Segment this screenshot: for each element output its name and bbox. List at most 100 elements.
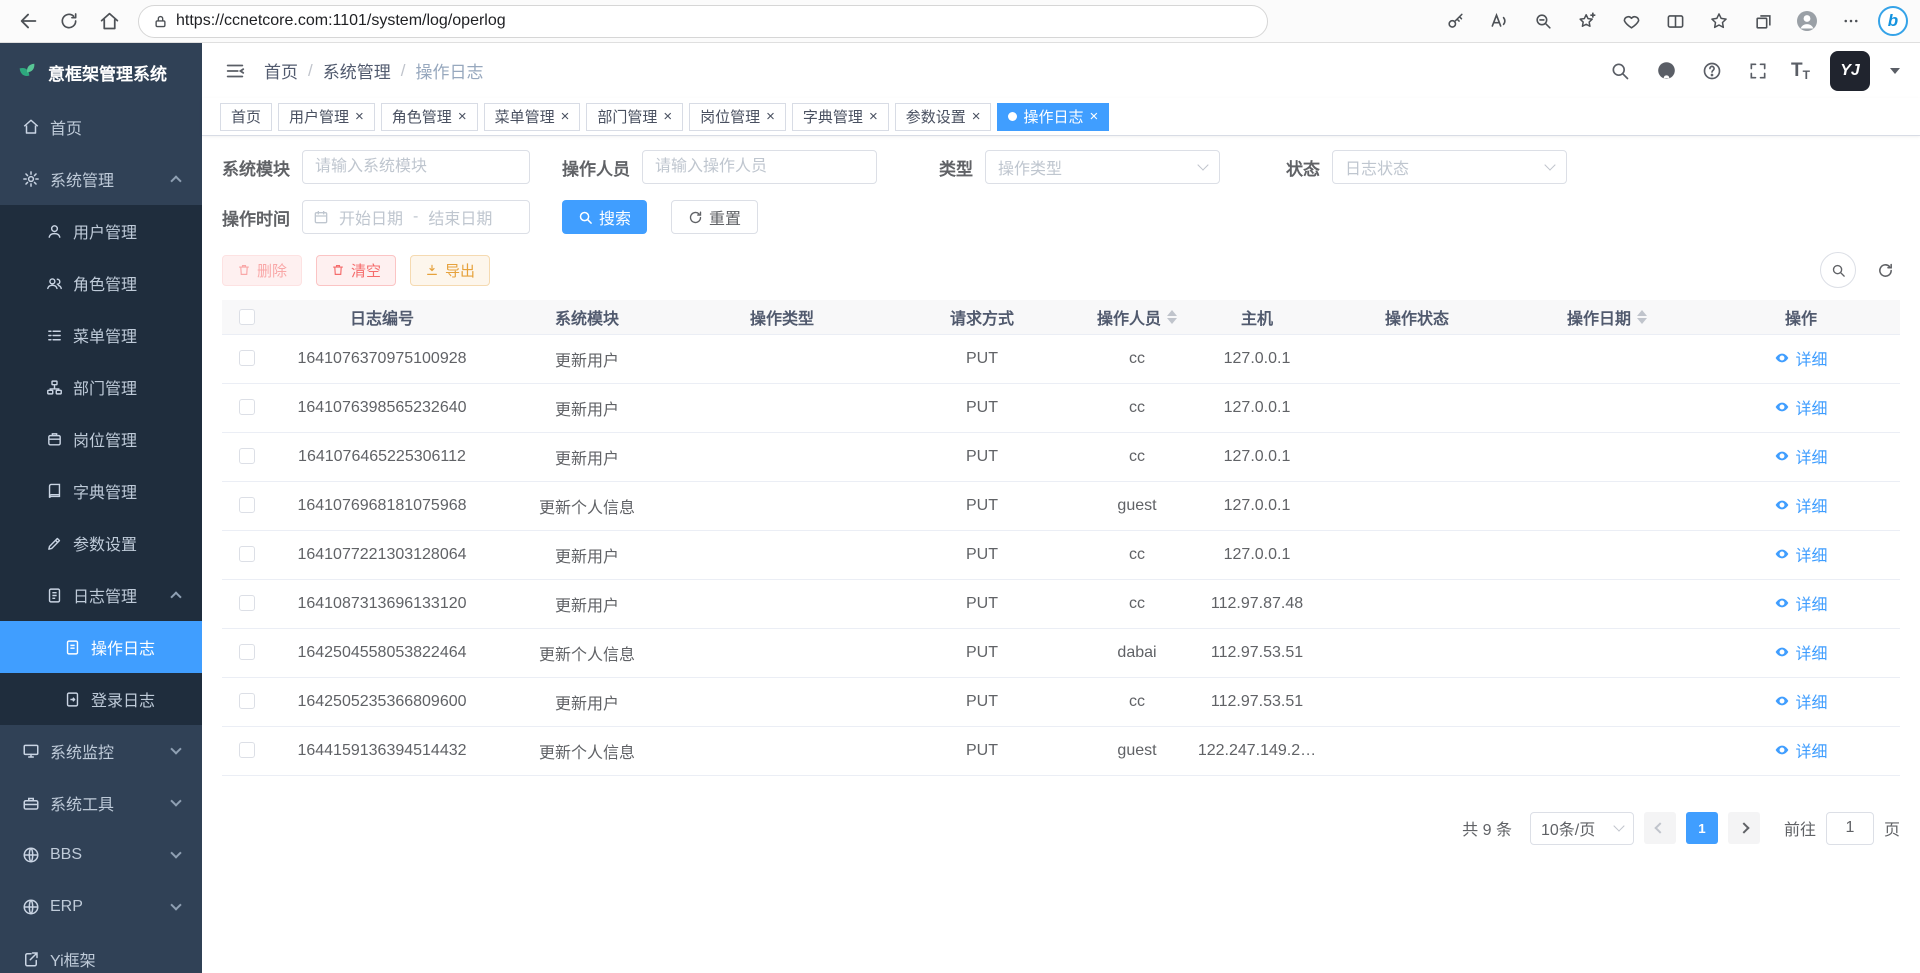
row-checkbox[interactable] bbox=[239, 742, 255, 758]
detail-link[interactable]: 详细 bbox=[1774, 346, 1827, 370]
tab-close-icon[interactable]: × bbox=[561, 109, 570, 124]
zoom-out-icon[interactable] bbox=[1526, 4, 1560, 38]
chevron-down-icon[interactable] bbox=[1890, 68, 1900, 74]
sidebar-item-bbs[interactable]: BBS bbox=[0, 829, 202, 881]
read-aloud-icon[interactable] bbox=[1482, 4, 1516, 38]
prev-page-button[interactable] bbox=[1644, 812, 1676, 844]
tab-close-icon[interactable]: × bbox=[972, 109, 981, 124]
next-page-button[interactable] bbox=[1728, 812, 1760, 844]
row-checkbox[interactable] bbox=[239, 497, 255, 513]
clear-button[interactable]: 清空 bbox=[316, 255, 396, 286]
sort-icon[interactable] bbox=[1637, 310, 1647, 324]
goto-page-input[interactable] bbox=[1826, 812, 1874, 845]
favorites-icon[interactable] bbox=[1702, 4, 1736, 38]
tab-close-icon[interactable]: × bbox=[458, 109, 467, 124]
address-bar[interactable]: https://ccnetcore.com:1101/system/log/op… bbox=[138, 5, 1268, 38]
breadcrumb-system[interactable]: 系统管理 bbox=[323, 58, 391, 83]
tab-首页[interactable]: 首页 bbox=[220, 103, 272, 131]
profile-avatar[interactable] bbox=[1790, 4, 1824, 38]
row-checkbox[interactable] bbox=[239, 546, 255, 562]
font-size-icon[interactable]: TT bbox=[1791, 60, 1810, 82]
row-checkbox[interactable] bbox=[239, 350, 255, 366]
sidebar-item-system-mgmt[interactable]: 系统管理 bbox=[0, 153, 202, 205]
operator-input[interactable] bbox=[642, 150, 877, 184]
detail-link[interactable]: 详细 bbox=[1774, 493, 1827, 517]
tab-close-icon[interactable]: × bbox=[1090, 109, 1099, 124]
row-checkbox[interactable] bbox=[239, 448, 255, 464]
tab-close-icon[interactable]: × bbox=[355, 109, 364, 124]
split-screen-icon[interactable] bbox=[1658, 4, 1692, 38]
sidebar-item-system-monitor[interactable]: 系统监控 bbox=[0, 725, 202, 777]
search-button[interactable]: 搜索 bbox=[562, 200, 647, 234]
type-select[interactable]: 操作类型 bbox=[985, 150, 1220, 184]
detail-link[interactable]: 详细 bbox=[1774, 444, 1827, 468]
delete-button[interactable]: 删除 bbox=[222, 255, 302, 286]
detail-link[interactable]: 详细 bbox=[1774, 689, 1827, 713]
row-checkbox[interactable] bbox=[239, 595, 255, 611]
github-icon[interactable] bbox=[1653, 58, 1679, 84]
tab-close-icon[interactable]: × bbox=[869, 109, 878, 124]
sidebar-item-oper-log[interactable]: 操作日志 bbox=[0, 621, 202, 673]
tab-部门管理[interactable]: 部门管理× bbox=[586, 103, 683, 131]
tab-角色管理[interactable]: 角色管理× bbox=[381, 103, 478, 131]
export-button[interactable]: 导出 bbox=[410, 255, 490, 286]
sidebar-item-login-log[interactable]: 登录日志 bbox=[0, 673, 202, 725]
refresh-icon[interactable] bbox=[52, 4, 86, 38]
sidebar-item-param-settings[interactable]: 参数设置 bbox=[0, 517, 202, 569]
detail-link[interactable]: 详细 bbox=[1774, 738, 1827, 762]
browser-essentials-icon[interactable] bbox=[1614, 4, 1648, 38]
back-icon[interactable] bbox=[12, 4, 46, 38]
tab-操作日志[interactable]: 操作日志× bbox=[997, 103, 1109, 131]
more-options-icon[interactable] bbox=[1834, 4, 1868, 38]
detail-link[interactable]: 详细 bbox=[1774, 395, 1827, 419]
tab-岗位管理[interactable]: 岗位管理× bbox=[689, 103, 786, 131]
breadcrumb-home[interactable]: 首页 bbox=[264, 58, 298, 83]
select-all-checkbox[interactable] bbox=[239, 309, 255, 325]
sidebar-item-user-mgmt[interactable]: 用户管理 bbox=[0, 205, 202, 257]
row-checkbox[interactable] bbox=[239, 693, 255, 709]
avatar[interactable]: YJ bbox=[1830, 51, 1870, 91]
tab-close-icon[interactable]: × bbox=[766, 109, 775, 124]
tab-close-icon[interactable]: × bbox=[663, 109, 672, 124]
reset-button[interactable]: 重置 bbox=[671, 200, 758, 234]
sidebar-item-dept-mgmt[interactable]: 部门管理 bbox=[0, 361, 202, 413]
module-input[interactable] bbox=[302, 150, 530, 184]
add-favorite-icon[interactable] bbox=[1570, 4, 1604, 38]
sort-icon[interactable] bbox=[1167, 310, 1177, 324]
sidebar-item-log-mgmt[interactable]: 日志管理 bbox=[0, 569, 202, 621]
url-text[interactable]: https://ccnetcore.com:1101/system/log/op… bbox=[176, 12, 506, 30]
sidebar-item-dict-mgmt[interactable]: 字典管理 bbox=[0, 465, 202, 517]
sidebar-item-post-mgmt[interactable]: 岗位管理 bbox=[0, 413, 202, 465]
sidebar-item-menu-mgmt[interactable]: 菜单管理 bbox=[0, 309, 202, 361]
tab-菜单管理[interactable]: 菜单管理× bbox=[484, 103, 581, 131]
page-size-select[interactable]: 10条/页 bbox=[1530, 812, 1634, 845]
sidebar-item-home[interactable]: 首页 bbox=[0, 101, 202, 153]
tab-字典管理[interactable]: 字典管理× bbox=[792, 103, 889, 131]
row-checkbox[interactable] bbox=[239, 644, 255, 660]
col-date[interactable]: 操作日期 bbox=[1512, 300, 1702, 334]
sidebar-toggle-icon[interactable] bbox=[222, 58, 248, 84]
current-page-button[interactable]: 1 bbox=[1686, 812, 1718, 844]
detail-link[interactable]: 详细 bbox=[1774, 591, 1827, 615]
help-icon[interactable] bbox=[1699, 58, 1725, 84]
detail-link[interactable]: 详细 bbox=[1774, 640, 1827, 664]
home-icon[interactable] bbox=[92, 4, 126, 38]
search-icon[interactable] bbox=[1607, 58, 1633, 84]
sidebar-item-role-mgmt[interactable]: 角色管理 bbox=[0, 257, 202, 309]
col-operator[interactable]: 操作人员 bbox=[1082, 300, 1192, 334]
refresh-table-button[interactable] bbox=[1870, 255, 1900, 285]
bing-icon[interactable]: b bbox=[1878, 6, 1908, 36]
tab-参数设置[interactable]: 参数设置× bbox=[895, 103, 992, 131]
date-range-picker[interactable]: 开始日期 - 结束日期 bbox=[302, 200, 530, 234]
tab-用户管理[interactable]: 用户管理× bbox=[278, 103, 375, 131]
sidebar-item-yi-framework[interactable]: Yi框架 bbox=[0, 933, 202, 973]
row-checkbox[interactable] bbox=[239, 399, 255, 415]
fullscreen-icon[interactable] bbox=[1745, 58, 1771, 84]
detail-link[interactable]: 详细 bbox=[1774, 542, 1827, 566]
sidebar-item-erp[interactable]: ERP bbox=[0, 881, 202, 933]
sidebar-item-system-tools[interactable]: 系统工具 bbox=[0, 777, 202, 829]
status-select[interactable]: 日志状态 bbox=[1332, 150, 1567, 184]
collections-icon[interactable] bbox=[1746, 4, 1780, 38]
password-key-icon[interactable] bbox=[1438, 4, 1472, 38]
show-search-toggle-button[interactable] bbox=[1820, 252, 1856, 288]
